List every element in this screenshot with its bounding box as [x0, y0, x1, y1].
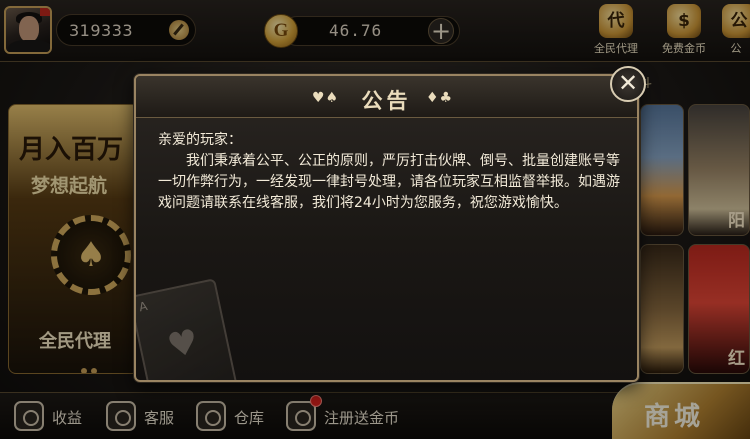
heart-icon: ♥ — [163, 321, 203, 367]
dialog-title: 公告 — [361, 89, 412, 113]
announcement-dialog: ♥♠ 公告 ♦♣ A ♥ 亲爱的玩家： 我们秉承着公平、公正的原则，严厉打击伙牌… — [134, 74, 639, 382]
dialog-header: ♥♠ 公告 ♦♣ — [136, 76, 637, 118]
announcement-text: 我们秉承着公平、公正的原则，严厉打击伙牌、倒号、批量创建账号等一切作弊行为，一经… — [158, 153, 620, 211]
close-button[interactable]: ✕ — [610, 66, 646, 102]
announcement-body: 亲爱的玩家： 我们秉承着公平、公正的原则，严厉打击伙牌、倒号、批量创建账号等一切… — [158, 130, 620, 214]
card-corner: A — [137, 298, 149, 315]
announcement-greeting: 亲爱的玩家： — [158, 132, 242, 148]
playing-card-decoration: A ♥ — [136, 278, 240, 380]
suit-decoration-right: ♦♣ — [426, 90, 454, 106]
